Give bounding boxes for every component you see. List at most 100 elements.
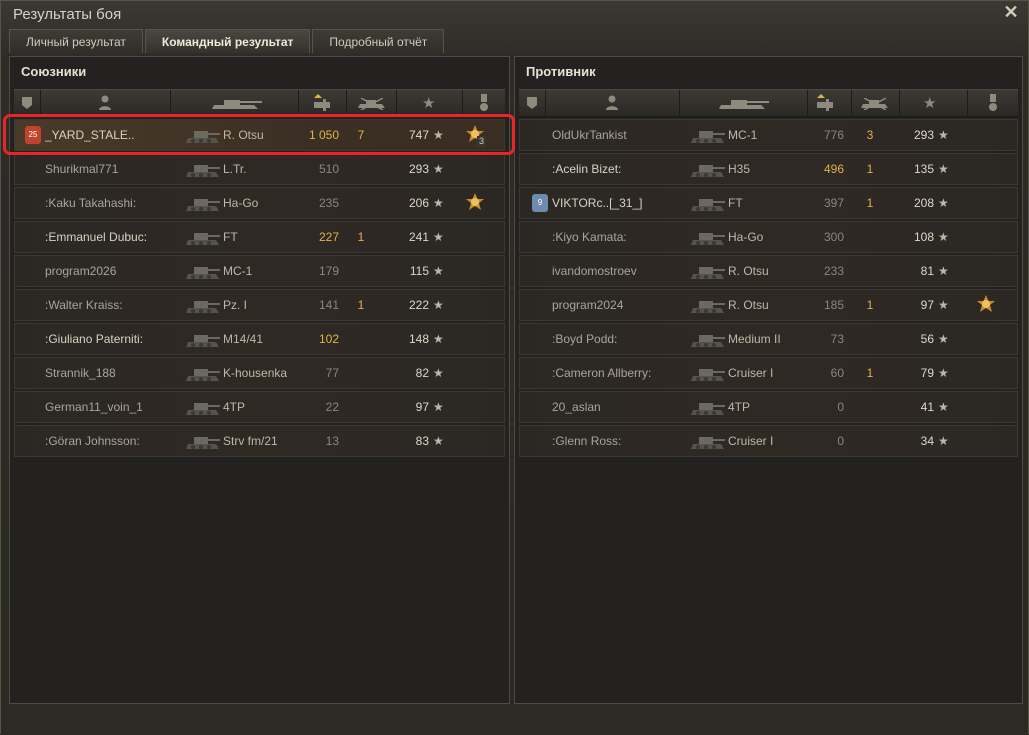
player-name: :Acelin Bizet: <box>552 162 622 176</box>
vehicle-icon <box>690 430 726 452</box>
sort-medals[interactable] <box>462 90 507 116</box>
xp-value: 97 <box>415 400 429 414</box>
tab-personal-result[interactable]: Личный результат <box>9 29 143 53</box>
vehicle-icon <box>185 362 221 384</box>
person-icon <box>99 95 111 110</box>
star-icon: ★ <box>433 366 444 380</box>
player-row[interactable]: :Kaku Takahashi: Ha-Go 235 206 ★ <box>14 187 505 219</box>
xp-value: 82 <box>415 366 429 380</box>
player-row[interactable]: Shurikmal771 L.Tr. 510 293 ★ <box>14 153 505 185</box>
sort-damage[interactable] <box>807 90 852 116</box>
sort-kills[interactable] <box>346 90 397 116</box>
vehicle-icon <box>690 158 726 180</box>
player-row[interactable]: :Glenn Ross: Cruiser I 0 34 ★ <box>519 425 1018 457</box>
player-name: :Giuliano Paterniti: <box>45 332 144 346</box>
sort-xp[interactable]: ★ <box>899 90 968 116</box>
damage-value: 13 <box>325 434 339 448</box>
damage-value: 496 <box>823 162 844 176</box>
sort-player[interactable] <box>545 90 680 116</box>
kills-value <box>860 222 880 252</box>
kills-value: 1 <box>357 298 365 312</box>
vehicle-icon <box>185 396 221 418</box>
allies-header: ★ <box>14 89 505 117</box>
medal-icon <box>480 94 488 111</box>
player-row[interactable]: :Cameron Allberry: Cruiser I 60 1 79 ★ <box>519 357 1018 389</box>
player-row[interactable]: :Emmanuel Dubuc: FT 227 1 241 ★ <box>14 221 505 253</box>
damage-value: 0 <box>837 434 844 448</box>
player-name: :Walter Kraiss: <box>45 298 123 312</box>
player-row[interactable]: :Kiyo Kamata: Ha-Go 300 108 ★ <box>519 221 1018 253</box>
damage-value: 0 <box>837 400 844 414</box>
sort-xp[interactable]: ★ <box>396 90 463 116</box>
kills-value <box>351 256 371 286</box>
xp-value: 148 <box>408 332 429 346</box>
close-icon[interactable]: ✕ <box>1002 3 1020 21</box>
medal-icon <box>989 94 997 111</box>
kills-value <box>351 188 371 218</box>
damage-value: 77 <box>325 366 339 380</box>
kills-value <box>351 392 371 422</box>
player-name: :Boyd Podd: <box>552 332 618 346</box>
damage-value: 300 <box>823 230 844 244</box>
vehicle-icon <box>185 294 221 316</box>
xp-value: 115 <box>409 264 429 278</box>
sort-vehicle[interactable] <box>170 90 299 116</box>
player-row[interactable]: Strannik_188 K-housenka 77 82 ★ <box>14 357 505 389</box>
star-icon: ★ <box>433 230 444 244</box>
player-row[interactable]: :Walter Kraiss: Pz. I 141 1 222 ★ <box>14 289 505 321</box>
sort-damage[interactable] <box>298 90 347 116</box>
star-icon: ★ <box>938 366 949 380</box>
sort-vehicle[interactable] <box>679 90 808 116</box>
damage-value: 179 <box>318 264 339 278</box>
star-icon: ★ <box>433 162 444 176</box>
damage-value: 141 <box>318 298 339 312</box>
player-row[interactable]: :Göran Johnsson: Strv fm/21 13 83 ★ <box>14 425 505 457</box>
player-row[interactable]: program2026 MC-1 179 115 ★ <box>14 255 505 287</box>
damage-value: 102 <box>318 332 339 346</box>
player-row[interactable]: ivandomostroev R. Otsu 233 81 ★ <box>519 255 1018 287</box>
player-row[interactable]: program2024 R. Otsu 185 1 97 ★ <box>519 289 1018 321</box>
medal-icon[interactable] <box>465 193 485 213</box>
shield-icon <box>22 97 32 109</box>
player-row[interactable]: German11_voin_1 4TP 22 97 ★ <box>14 391 505 423</box>
player-row[interactable]: :Giuliano Paterniti: M14/41 102 148 ★ <box>14 323 505 355</box>
xp-value: 81 <box>920 264 934 278</box>
enemies-list: OldUkrTankist MC-1 776 3 293 ★:Acelin Bizet: H… <box>519 119 1018 459</box>
xp-value: 34 <box>920 434 934 448</box>
star-icon: ★ <box>938 400 949 414</box>
xp-value: 56 <box>920 332 934 346</box>
tab-team-result[interactable]: Командный результат <box>144 29 311 53</box>
player-row[interactable]: 9 VIKTORc..[_31_] FT 397 1 208 ★ <box>519 187 1018 219</box>
kills-value <box>860 392 880 422</box>
player-row[interactable]: 20_aslan 4TP 0 41 ★ <box>519 391 1018 423</box>
sort-kills[interactable] <box>851 90 900 116</box>
sort-platoon[interactable] <box>519 90 546 116</box>
damage-value: 73 <box>830 332 844 346</box>
star-icon: ★ <box>433 400 444 414</box>
sort-platoon[interactable] <box>14 90 41 116</box>
player-row[interactable]: OldUkrTankist MC-1 776 3 293 ★ <box>519 119 1018 151</box>
enemies-panel: Противник ★ OldUkrTankist MC-1 776 3 293… <box>514 56 1023 704</box>
xp-value: 79 <box>920 366 934 380</box>
sort-player[interactable] <box>40 90 171 116</box>
medal-icon[interactable] <box>976 295 996 315</box>
kills-value: 1 <box>866 196 874 210</box>
vehicle-icon <box>690 226 726 248</box>
vehicle-icon <box>185 158 221 180</box>
kills-value: 1 <box>357 230 365 244</box>
damage-value: 397 <box>823 196 844 210</box>
vehicle-icon <box>690 260 726 282</box>
xp-value: 241 <box>408 230 429 244</box>
star-icon: ★ <box>433 298 444 312</box>
window-title: Результаты боя <box>13 6 122 23</box>
damage-value: 60 <box>830 366 844 380</box>
star-icon: ★ <box>433 196 444 210</box>
player-row[interactable]: :Acelin Bizet: H35 496 1 135 ★ <box>519 153 1018 185</box>
kills-value: 1 <box>866 162 874 176</box>
allies-title: Союзники <box>21 64 87 79</box>
enemies-title: Противник <box>526 64 596 79</box>
star-icon: ★ <box>938 332 949 346</box>
player-row[interactable]: :Boyd Podd: Medium II 73 56 ★ <box>519 323 1018 355</box>
sort-medals[interactable] <box>967 90 1020 116</box>
tab-detailed-report[interactable]: Подробный отчёт <box>312 29 445 53</box>
